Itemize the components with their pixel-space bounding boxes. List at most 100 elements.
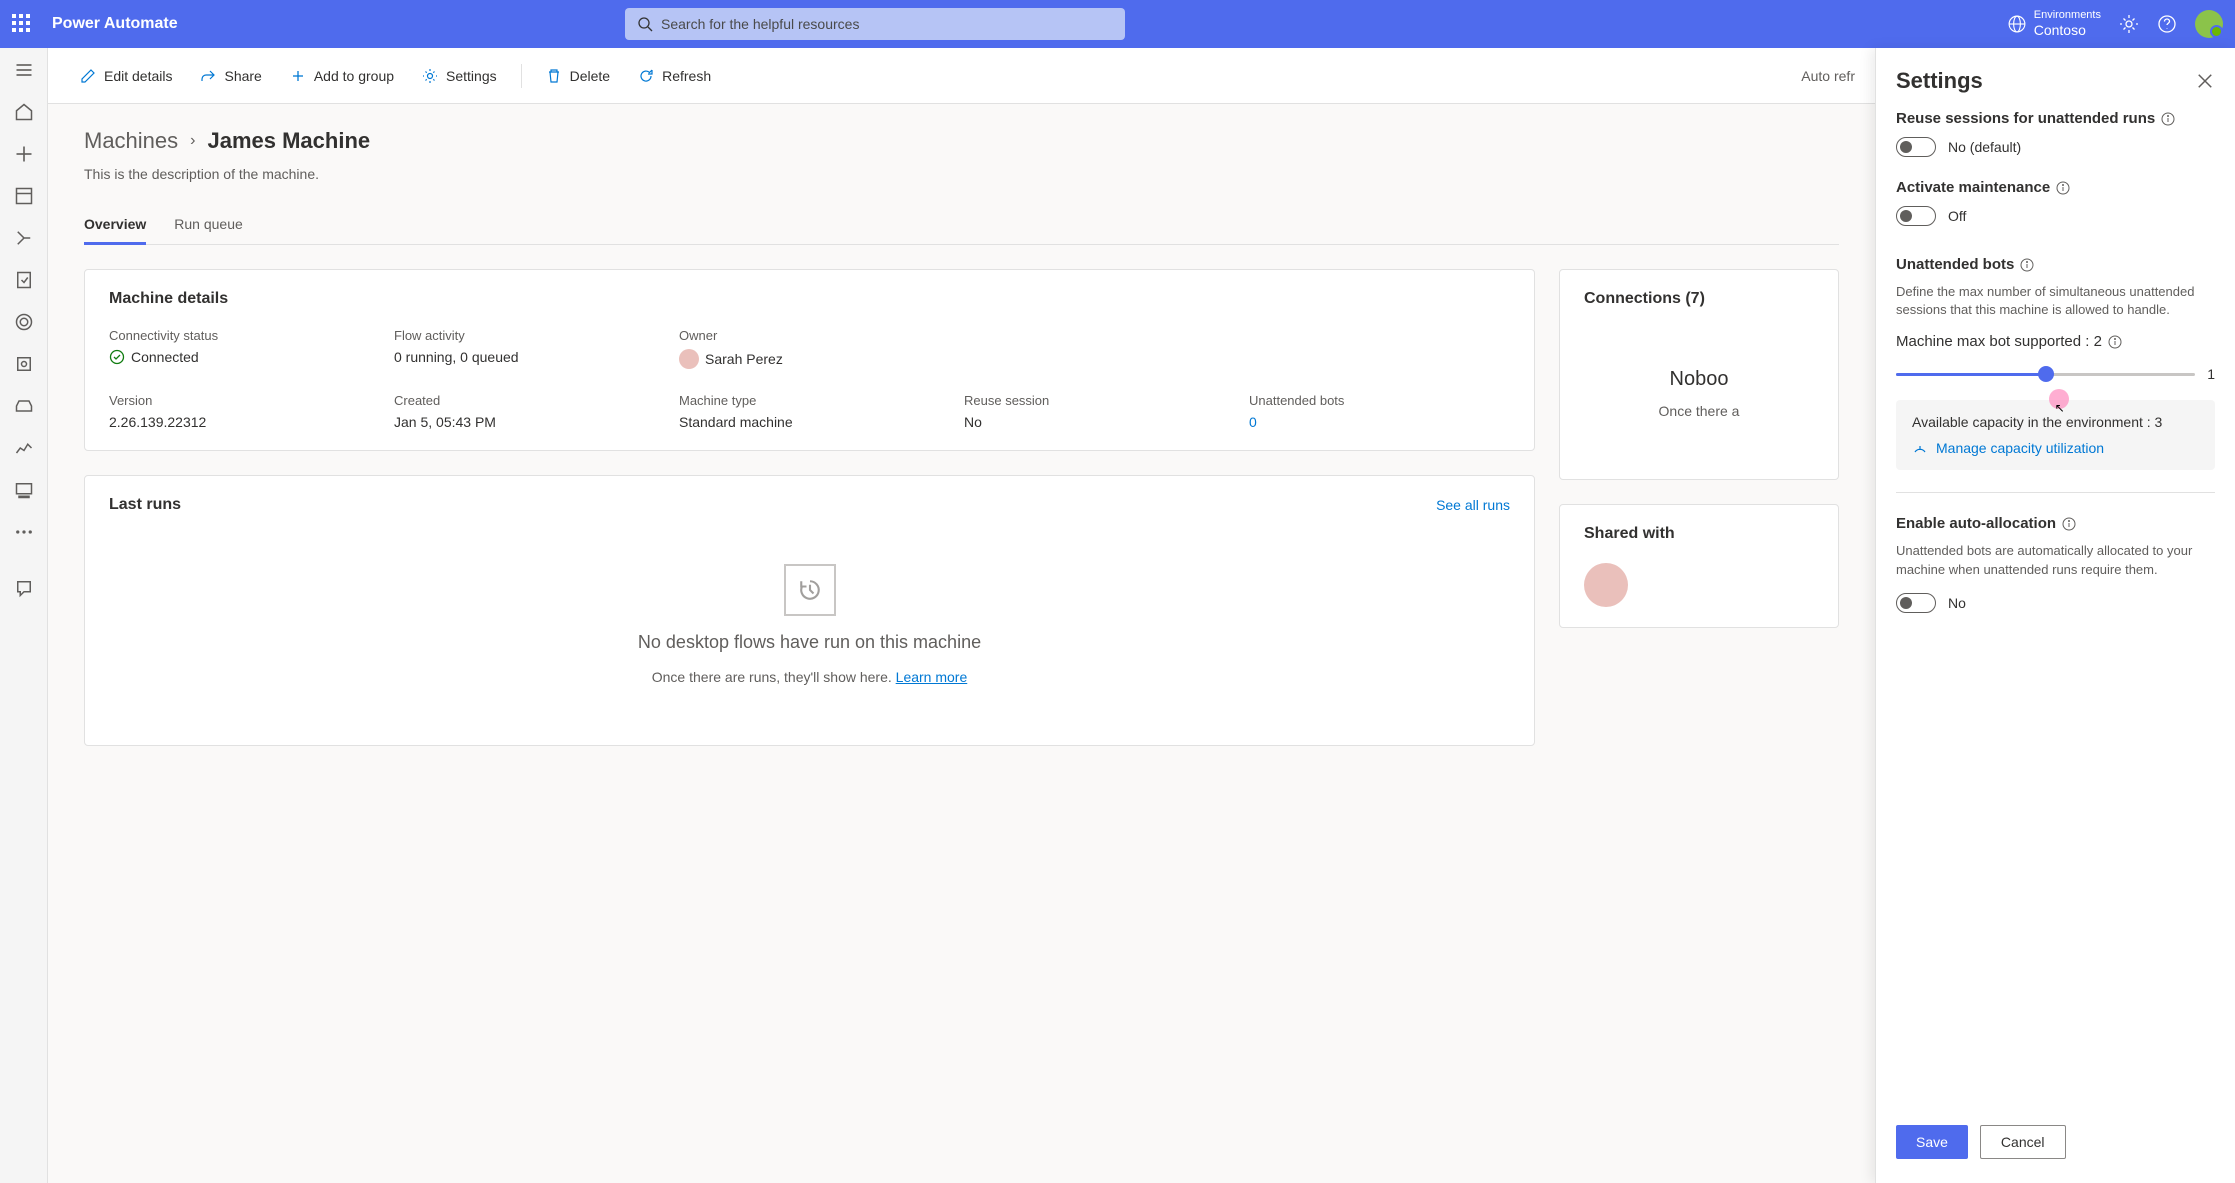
monitor-icon[interactable]: [14, 438, 34, 458]
info-icon: [2020, 258, 2034, 272]
env-label: Environments: [2034, 9, 2101, 22]
info-icon: [2062, 517, 2076, 531]
globe-icon: [2008, 15, 2026, 33]
owner-label: Owner: [679, 328, 1510, 343]
flows-icon[interactable]: [14, 228, 34, 248]
flow-activity-label: Flow activity: [394, 328, 655, 343]
tab-overview[interactable]: Overview: [84, 206, 146, 245]
created-label: Created: [394, 393, 655, 408]
plus-icon: [290, 68, 306, 84]
bot-slider[interactable]: ↖: [1896, 373, 2195, 376]
cancel-button[interactable]: Cancel: [1980, 1125, 2066, 1159]
auto-alloc-toggle[interactable]: [1896, 593, 1936, 613]
capacity-label: Available capacity in the environment : …: [1912, 414, 2199, 430]
add-to-group-button[interactable]: Add to group: [278, 60, 406, 92]
refresh-icon: [638, 68, 654, 84]
slider-handle[interactable]: [2038, 366, 2054, 382]
reuse-sessions-label: Reuse sessions for unattended runs: [1896, 110, 2215, 127]
gear-icon: [422, 68, 438, 84]
tab-run-queue[interactable]: Run queue: [174, 206, 243, 245]
owner-avatar-icon: [679, 349, 699, 369]
learn-more-link[interactable]: Learn more: [896, 669, 968, 685]
add-group-label: Add to group: [314, 68, 394, 84]
edit-details-button[interactable]: Edit details: [68, 60, 184, 92]
auto-alloc-value: No: [1948, 595, 1966, 611]
search-icon: [637, 16, 653, 32]
unattended-bots-label: Unattended bots: [1896, 256, 2215, 273]
breadcrumb: Machines › James Machine: [84, 128, 1839, 154]
save-button[interactable]: Save: [1896, 1125, 1968, 1159]
help-icon[interactable]: [2157, 14, 2177, 34]
share-button[interactable]: Share: [188, 60, 273, 92]
edit-label: Edit details: [104, 68, 172, 84]
slider-value: 1: [2207, 366, 2215, 382]
share-label: Share: [224, 68, 261, 84]
delete-label: Delete: [570, 68, 610, 84]
capacity-box: Available capacity in the environment : …: [1896, 400, 2215, 470]
chevron-right-icon: ›: [190, 132, 195, 150]
search-input[interactable]: [661, 16, 1113, 32]
manage-capacity-link[interactable]: Manage capacity utilization: [1912, 440, 2199, 456]
info-icon: [2108, 335, 2122, 349]
delete-button[interactable]: Delete: [534, 60, 622, 92]
maintenance-value: Off: [1948, 208, 1966, 224]
history-icon: [784, 564, 836, 616]
settings-gear-icon[interactable]: [2119, 14, 2139, 34]
more-icon[interactable]: [14, 522, 34, 542]
breadcrumb-current: James Machine: [207, 128, 370, 154]
see-all-runs-link[interactable]: See all runs: [1436, 497, 1510, 513]
last-runs-title: Last runs: [109, 496, 181, 514]
refresh-label: Refresh: [662, 68, 711, 84]
settings-panel: Settings Reuse sessions for unattended r…: [1875, 48, 2235, 1183]
command-bar: Edit details Share Add to group Settings…: [48, 48, 1875, 104]
connectivity-value: Connected: [109, 349, 370, 365]
unattended-bots-desc: Define the max number of simultaneous un…: [1896, 283, 2215, 319]
search-bar[interactable]: [625, 8, 1125, 40]
connections-sub: Once there a: [1584, 403, 1814, 419]
machine-details-card: Machine details Connectivity status Conn…: [84, 269, 1535, 451]
maintenance-toggle[interactable]: [1896, 206, 1936, 226]
auto-refresh-label: Auto refr: [1801, 68, 1855, 84]
machines-icon[interactable]: [14, 480, 34, 500]
edit-icon: [80, 68, 96, 84]
process-icon[interactable]: [14, 312, 34, 332]
trash-icon: [546, 68, 562, 84]
breadcrumb-root[interactable]: Machines: [84, 128, 178, 154]
ai-icon[interactable]: [14, 354, 34, 374]
settings-button[interactable]: Settings: [410, 60, 509, 92]
shared-with-title: Shared with: [1584, 525, 1814, 543]
hamburger-icon[interactable]: [14, 60, 34, 80]
desktop-icon[interactable]: [14, 396, 34, 416]
reuse-sessions-toggle[interactable]: [1896, 137, 1936, 157]
auto-alloc-label: Enable auto-allocation: [1896, 515, 2215, 532]
version-value: 2.26.139.22312: [109, 414, 370, 430]
max-bot-label: Machine max bot supported : 2: [1896, 333, 2215, 350]
reuse-value: No: [964, 414, 1225, 430]
machine-type-value: Standard machine: [679, 414, 940, 430]
app-launcher-icon[interactable]: [12, 14, 32, 34]
share-icon: [200, 68, 216, 84]
home-icon[interactable]: [14, 102, 34, 122]
approvals-icon[interactable]: [14, 270, 34, 290]
refresh-button[interactable]: Refresh: [626, 60, 723, 92]
panel-title: Settings: [1896, 68, 1983, 94]
user-avatar[interactable]: [2195, 10, 2223, 38]
reuse-sessions-value: No (default): [1948, 139, 2021, 155]
unattended-value[interactable]: 0: [1249, 414, 1510, 430]
card-title: Machine details: [109, 290, 1510, 308]
nav-rail: [0, 48, 48, 1183]
environment-picker[interactable]: Environments Contoso: [2008, 9, 2101, 39]
tabs: Overview Run queue: [84, 206, 1839, 245]
create-icon[interactable]: [14, 144, 34, 164]
owner-value: Sarah Perez: [679, 349, 1510, 369]
close-button[interactable]: [2195, 71, 2215, 91]
settings-label: Settings: [446, 68, 497, 84]
auto-alloc-desc: Unattended bots are automatically alloca…: [1896, 542, 2215, 578]
unattended-label: Unattended bots: [1249, 393, 1510, 408]
info-icon: [2056, 181, 2070, 195]
templates-icon[interactable]: [14, 186, 34, 206]
chatbot-icon[interactable]: [14, 578, 34, 598]
divider: [521, 64, 522, 88]
app-title: Power Automate: [52, 15, 178, 33]
info-icon: [2161, 112, 2175, 126]
